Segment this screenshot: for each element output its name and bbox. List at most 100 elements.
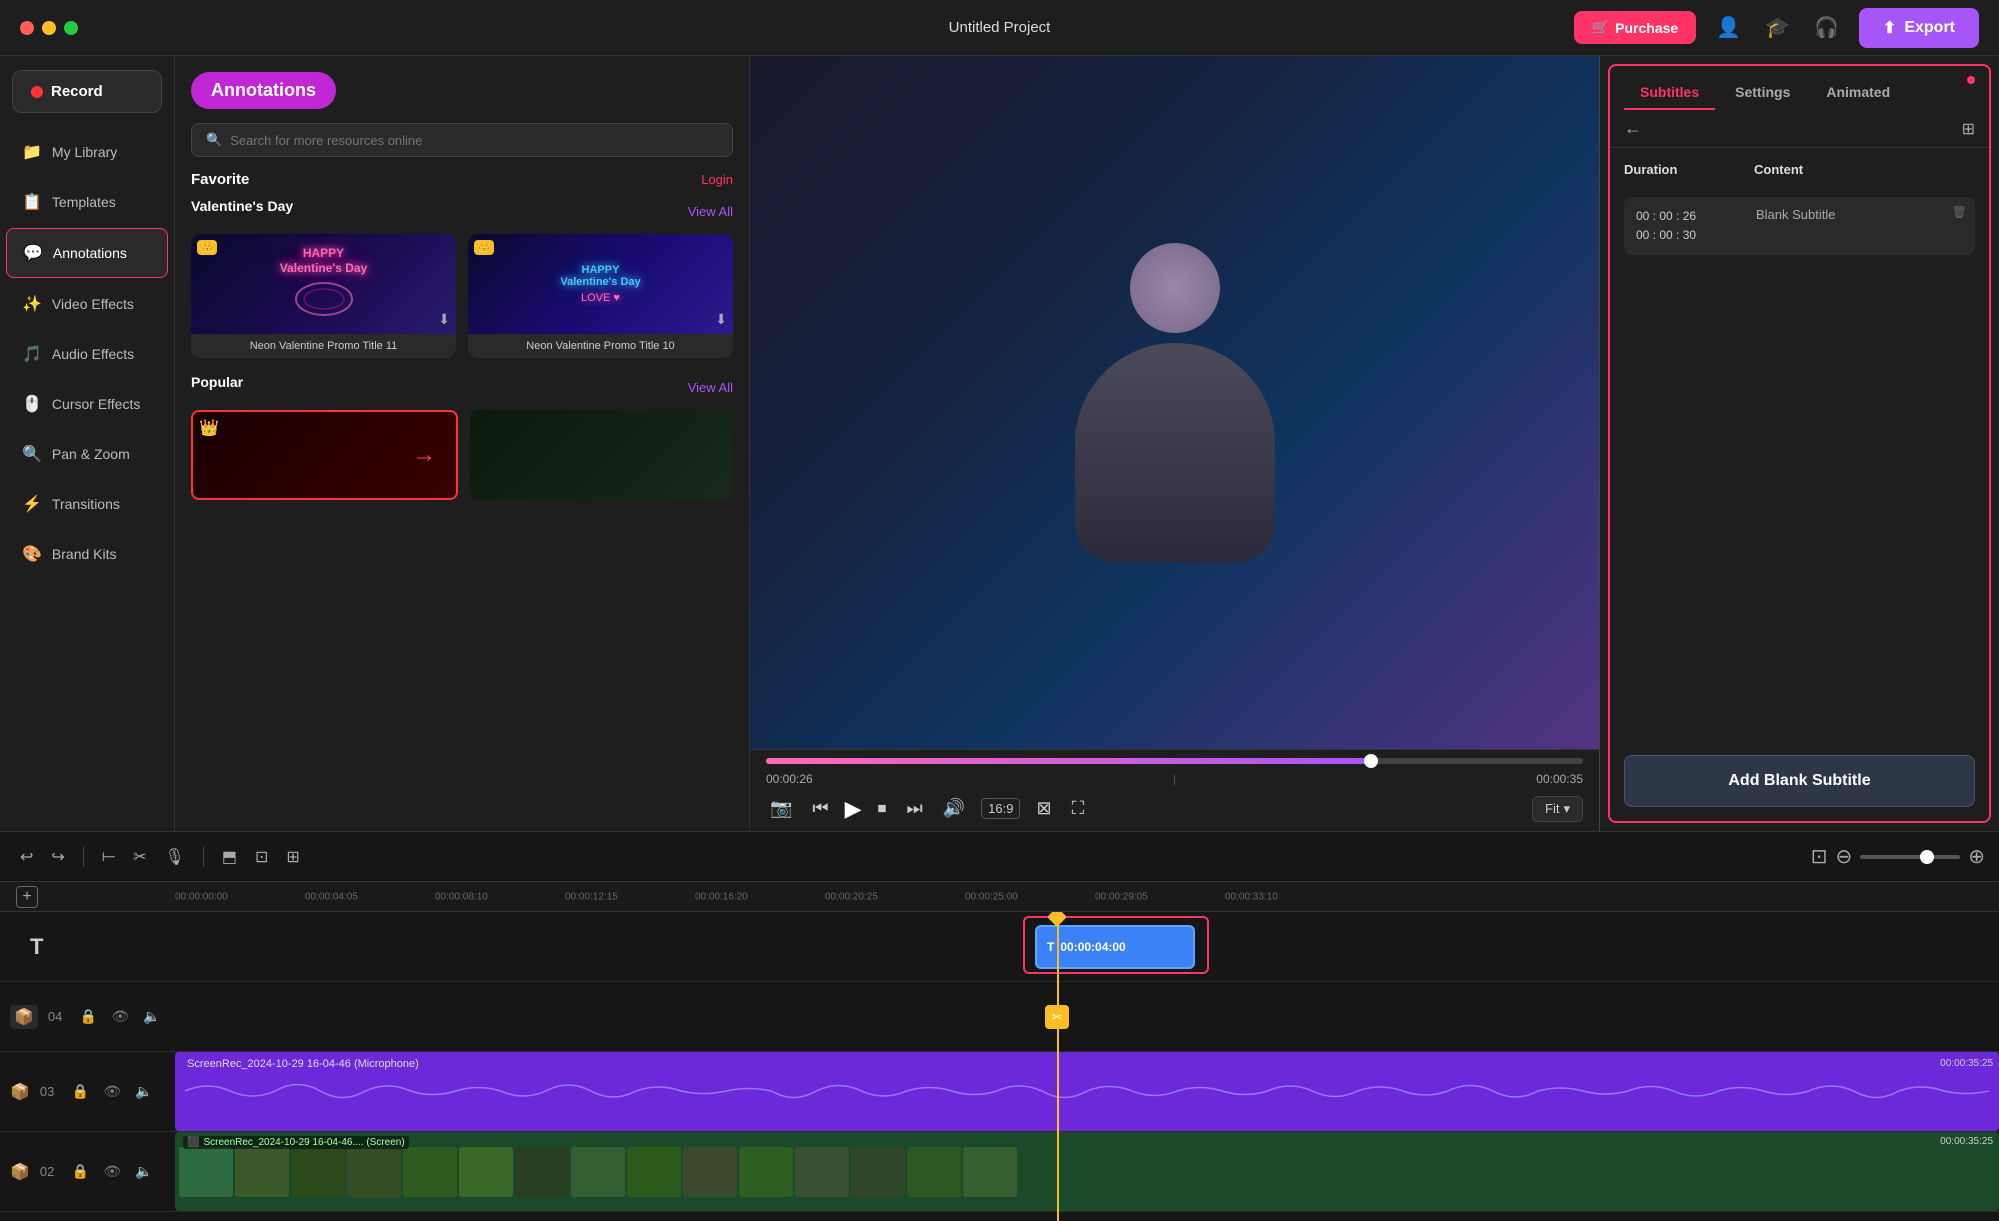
card-neon-valentine-10[interactable]: 👑 HAPPYValentine's Day LOVE ♥ ⬇ Neon Val… [468, 234, 733, 358]
skip-back-btn[interactable]: ⏮ [808, 794, 832, 823]
subtitle-cols-header: Duration Content [1624, 162, 1975, 185]
video-track-label: ⬛ ScreenRec_2024-10-29 16-04-46.... (Scr… [183, 1136, 409, 1149]
volume-btn[interactable]: 🔊 [939, 794, 969, 823]
zoom-fit-btn[interactable]: ⊡ [1811, 844, 1828, 869]
card-img-2: 👑 HAPPYValentine's Day LOVE ♥ ⬇ [468, 234, 733, 334]
sidebar-item-templates[interactable]: 📋 Templates [6, 178, 168, 226]
sidebar-item-cursor-effects[interactable]: 🖱️ Cursor Effects [6, 380, 168, 428]
subtitle-content-text[interactable]: Blank Subtitle [1756, 207, 1963, 222]
progress-thumb[interactable] [1364, 754, 1378, 768]
video-thumb-9 [627, 1147, 681, 1197]
popular-card-1[interactable]: 👑 → [191, 410, 458, 500]
tab-settings[interactable]: Settings [1719, 76, 1806, 110]
track-03-visible[interactable]: 👁 [101, 1081, 123, 1102]
track-04-audio[interactable]: 🔈 [141, 1006, 162, 1027]
track-03: 📦 03 🔒 👁 🔈 ScreenRec_2024-10-29 16-04-46… [0, 1052, 1999, 1132]
tab-subtitles[interactable]: Subtitles [1624, 76, 1715, 110]
zoom-thumb[interactable] [1920, 850, 1934, 864]
cut-btn[interactable]: ✂ [127, 843, 152, 871]
panel-title: Annotations [191, 72, 336, 109]
back-button[interactable]: ← [1624, 118, 1642, 139]
content-area: Annotations 🔍 Favorite Login Valentine's… [175, 56, 1999, 831]
annotations-icon: 💬 [23, 243, 43, 263]
popular-card-2[interactable] [470, 410, 733, 500]
academy-icon[interactable]: 🎓 [1761, 11, 1794, 44]
crown-icon-1: 👑 [197, 240, 217, 255]
text-track-content: T 00:00:04:00 [175, 912, 1999, 981]
fit-dropdown[interactable]: Fit ▾ [1532, 796, 1583, 822]
search-input[interactable] [230, 133, 718, 148]
video-effects-icon: ✨ [22, 294, 42, 314]
valentines-view-all[interactable]: View All [688, 204, 733, 219]
sidebar-item-audio-effects[interactable]: 🎵 Audio Effects [6, 330, 168, 378]
library-icon: 📁 [22, 142, 42, 162]
zoom-slider[interactable] [1860, 855, 1960, 859]
maximize-window-btn[interactable] [64, 21, 78, 35]
sidebar-item-video-effects[interactable]: ✨ Video Effects [6, 280, 168, 328]
subtitle-clip[interactable]: T 00:00:04:00 [1035, 925, 1195, 969]
track-02-mute[interactable]: 🔈 [133, 1161, 154, 1182]
track-04: 📦 04 🔒 👁 🔈 ✂ [0, 982, 1999, 1052]
card-neon-valentine-11[interactable]: 👑 HAPPYValentine's Day ⬇ Neon Valentine … [191, 234, 456, 358]
progress-bar[interactable] [766, 758, 1583, 764]
sidebar-item-brand-kits[interactable]: 🎨 Brand Kits [6, 530, 168, 578]
subtitles-panel-border: Subtitles Settings Animated ← ⊞ Duration… [1608, 64, 1991, 823]
add-track-btn[interactable]: + [16, 886, 38, 908]
login-link[interactable]: Login [701, 172, 733, 187]
add-blank-subtitle-button[interactable]: Add Blank Subtitle [1624, 755, 1975, 807]
zoom-in-btn[interactable]: ⊕ [1968, 844, 1985, 869]
track-02-visible[interactable]: 👁 [101, 1161, 123, 1182]
titlebar-left [20, 21, 78, 35]
purchase-button[interactable]: 🛒 Purchase [1574, 11, 1696, 44]
duration-col-header: Duration [1624, 162, 1754, 185]
stop-btn[interactable]: ⏹ [874, 794, 891, 823]
app-title: Untitled Project [949, 19, 1051, 36]
grid-view-btn[interactable]: ⊞ [1962, 119, 1975, 139]
track-04-visible[interactable]: 👁 [109, 1006, 131, 1027]
skip-fwd-btn[interactable]: ⏭ [903, 794, 927, 823]
track-02-lock[interactable]: 🔒 [70, 1161, 91, 1182]
playback-controls: 📷 ⏮ ▶ ⏹ ⏭ 🔊 16:9 ⊠ ⛶ Fit ▾ [766, 794, 1583, 823]
insert-media-btn[interactable]: ⬒ [216, 843, 243, 871]
track-04-lock[interactable]: 🔒 [78, 1006, 99, 1027]
subtitles-btn[interactable]: ⊠ [1032, 794, 1055, 823]
zoom-out-btn[interactable]: ⊖ [1835, 844, 1852, 869]
close-window-btn[interactable] [20, 21, 34, 35]
sidebar-item-transitions[interactable]: ⚡ Transitions [6, 480, 168, 528]
video-thumb-8 [571, 1147, 625, 1197]
split-btn[interactable]: ⟝ [96, 844, 121, 870]
crop-btn[interactable]: ⛶ [1068, 794, 1089, 823]
mic-btn[interactable]: 🎙 [159, 843, 191, 871]
track-03-lock[interactable]: 🔒 [70, 1081, 91, 1102]
arrange-btn[interactable]: ⊞ [280, 843, 305, 871]
help-icon[interactable]: 🎧 [1810, 11, 1843, 44]
play-btn[interactable]: ▶ [845, 796, 862, 822]
redo-btn[interactable]: ↪ [45, 843, 70, 871]
export-button[interactable]: ⬆ Export [1859, 8, 1979, 48]
record-button[interactable]: Record [12, 70, 162, 113]
sidebar-item-my-library[interactable]: 📁 My Library [6, 128, 168, 176]
delete-row-btn[interactable]: 🗑 [1952, 205, 1967, 219]
account-icon[interactable]: 👤 [1712, 11, 1745, 44]
zoom-controls: ⊡ ⊖ ⊕ [1811, 844, 1985, 869]
search-icon: 🔍 [206, 132, 222, 148]
download-icon-2[interactable]: ⬇ [715, 311, 727, 328]
screenshot-btn[interactable]: 📷 [766, 794, 796, 823]
cut-tool[interactable]: ✂ [1045, 1005, 1069, 1029]
popular-section-header: Popular View All [191, 374, 733, 400]
minimize-window-btn[interactable] [42, 21, 56, 35]
video-background [750, 56, 1599, 749]
speed-btn[interactable]: 16:9 [981, 798, 1020, 819]
track-03-label: ScreenRec_2024-10-29 16-04-46 (Microphon… [175, 1052, 1999, 1076]
download-icon-1[interactable]: ⬇ [438, 311, 450, 328]
undo-btn[interactable]: ↩ [14, 843, 39, 871]
animated-tab-dot [1967, 76, 1975, 84]
popular-view-all[interactable]: View All [688, 380, 733, 395]
search-bar[interactable]: 🔍 [191, 123, 733, 157]
sidebar-item-pan-zoom[interactable]: 🔍 Pan & Zoom [6, 430, 168, 478]
tab-animated[interactable]: Animated [1810, 76, 1906, 110]
right-panel: Subtitles Settings Animated ← ⊞ Duration… [1599, 56, 1999, 831]
overlay-btn[interactable]: ⊡ [249, 843, 274, 871]
sidebar-item-annotations[interactable]: 💬 Annotations [6, 228, 168, 278]
track-03-mute[interactable]: 🔈 [133, 1081, 154, 1102]
